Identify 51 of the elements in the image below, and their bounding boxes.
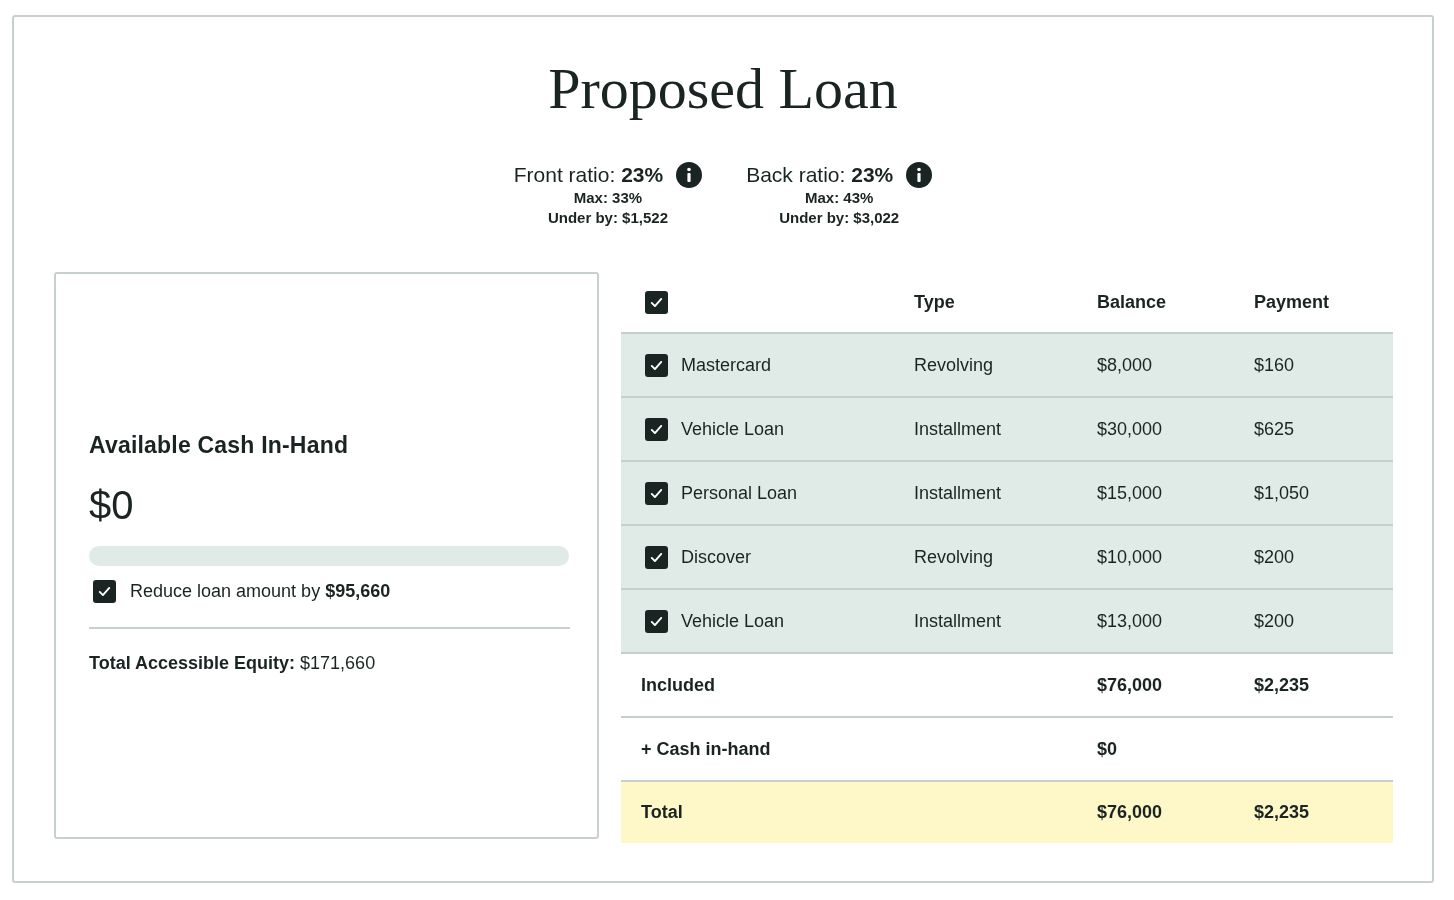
reduce-loan-label: Reduce loan amount by $95,660	[130, 581, 391, 602]
debt-type: Revolving	[914, 354, 995, 376]
info-icon[interactable]	[676, 162, 703, 188]
checkbox[interactable]	[645, 417, 668, 441]
debt-type: Installment	[914, 418, 1003, 440]
summary-payment: $2,235	[1254, 802, 1311, 823]
debt-balance: $10,000	[1097, 546, 1164, 568]
info-icon[interactable]	[906, 162, 933, 188]
debt-name: Personal Loan	[681, 482, 798, 504]
checkbox[interactable]	[645, 353, 668, 377]
debt-balance: $30,000	[1097, 418, 1164, 440]
debt-balance: $15,000	[1097, 482, 1164, 504]
accessible-equity: Total Accessible Equity: $171,660	[89, 653, 377, 674]
checkbox[interactable]	[645, 481, 668, 505]
debt-type: Installment	[914, 610, 1003, 632]
debt-payment: $160	[1254, 354, 1296, 376]
column-header: Type	[914, 291, 956, 313]
summary-balance: $76,000	[1097, 802, 1164, 823]
ratio-label: Back ratio: 23%	[746, 163, 894, 187]
checkbox[interactable]	[645, 545, 668, 569]
card-title: Available Cash In-Hand	[89, 432, 350, 459]
max-ratio: Max: 33%	[573, 188, 643, 208]
checkbox[interactable]	[645, 609, 668, 633]
checkbox[interactable]	[93, 580, 116, 603]
debt-balance: $8,000	[1097, 354, 1154, 376]
debt-name: Discover	[681, 546, 751, 568]
summary-balance: $76,000	[1097, 674, 1164, 696]
debt-payment: $200	[1254, 546, 1296, 568]
debt-type: Installment	[914, 482, 1003, 504]
column-header: Payment	[1254, 291, 1331, 313]
column-header: Balance	[1097, 291, 1168, 313]
debt-balance: $13,000	[1097, 610, 1164, 632]
under-by: Under by: $3,022	[779, 208, 900, 228]
summary-label: + Cash in-hand	[640, 738, 772, 760]
max-ratio: Max: 43%	[805, 188, 874, 208]
cash-amount: $0	[89, 482, 135, 529]
debt-payment: $625	[1254, 418, 1296, 440]
page-title: Proposed Loan	[547, 58, 899, 120]
debt-type: Revolving	[914, 546, 995, 568]
debt-name: Vehicle Loan	[681, 610, 785, 632]
debt-name: Mastercard	[681, 354, 772, 376]
summary-balance: $0	[1097, 738, 1119, 760]
ratio-label: Front ratio: 23%	[513, 163, 664, 187]
under-by: Under by: $1,522	[547, 208, 668, 228]
summary-label: Total	[640, 802, 684, 823]
checkbox[interactable]	[645, 290, 668, 314]
debt-name: Vehicle Loan	[681, 418, 785, 440]
summary-payment: $2,235	[1254, 674, 1311, 696]
summary-label: Included	[640, 674, 716, 696]
debt-payment: $200	[1254, 610, 1296, 632]
debt-payment: $1,050	[1254, 482, 1311, 504]
